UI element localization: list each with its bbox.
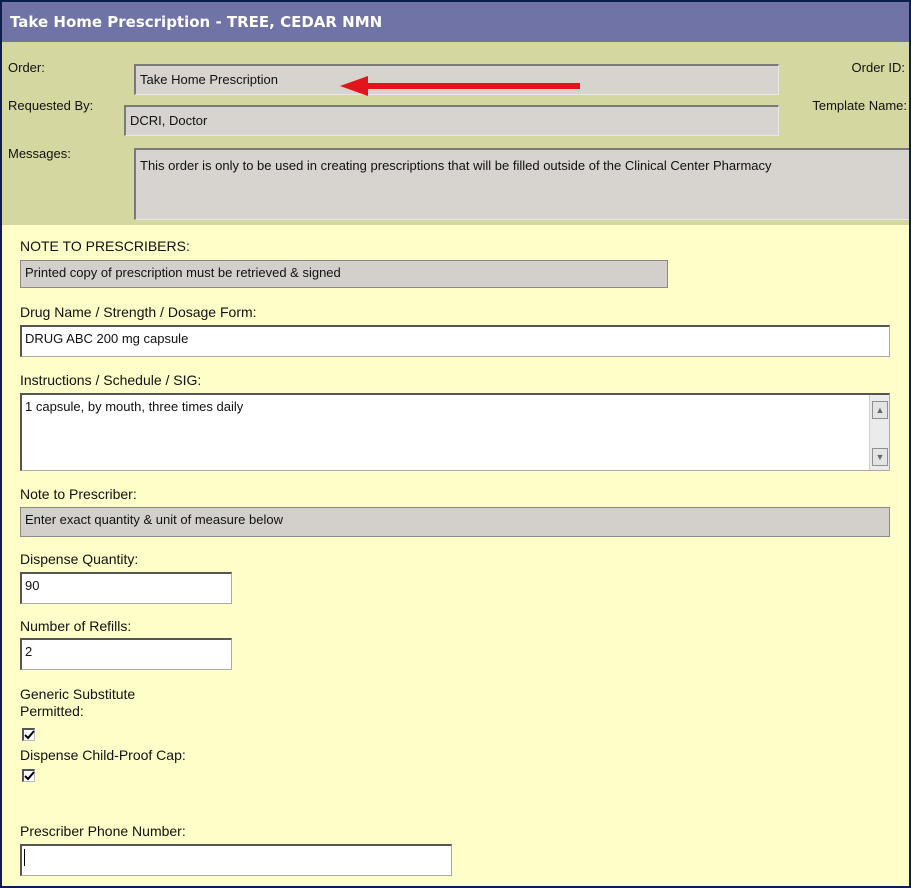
- refills-input[interactable]: 2: [20, 638, 232, 670]
- generic-permitted-label: Permitted:: [20, 703, 84, 719]
- scroll-up-arrow-icon[interactable]: ▲: [872, 401, 888, 419]
- note-prescriber-label: Note to Prescriber:: [20, 486, 137, 502]
- dispense-quantity-input[interactable]: 90: [20, 572, 232, 604]
- instructions-label: Instructions / Schedule / SIG:: [20, 372, 202, 388]
- red-arrow-icon: [340, 76, 580, 96]
- instructions-textarea[interactable]: 1 capsule, by mouth, three times daily ▲…: [20, 393, 890, 471]
- requested-by-label: Requested By:: [8, 98, 94, 113]
- scroll-down-arrow-icon[interactable]: ▼: [872, 448, 888, 466]
- messages-field: This order is only to be used in creatin…: [134, 148, 909, 220]
- child-proof-cap-label: Dispense Child-Proof Cap:: [20, 747, 186, 763]
- window-title: Take Home Prescription - TREE, CEDAR NMN: [2, 2, 909, 42]
- prescription-window: Take Home Prescription - TREE, CEDAR NMN…: [0, 0, 911, 888]
- generic-substitute-checkbox[interactable]: [22, 728, 35, 741]
- checkmark-icon: [24, 771, 35, 781]
- generic-substitute-label: Generic Substitute: [20, 686, 136, 702]
- child-proof-cap-checkbox[interactable]: [22, 769, 35, 782]
- prescriber-phone-input[interactable]: [20, 844, 452, 876]
- order-header: Order: Take Home Prescription Order ID: …: [2, 42, 909, 225]
- note-prescriber-field: Enter exact quantity & unit of measure b…: [20, 507, 890, 537]
- refills-label: Number of Refills:: [20, 618, 132, 634]
- prescriber-phone-label: Prescriber Phone Number:: [20, 823, 186, 839]
- drug-name-input[interactable]: DRUG ABC 200 mg capsule: [20, 325, 890, 357]
- template-name-label: Template Name:: [812, 98, 907, 113]
- note-prescribers-label: NOTE TO PRESCRIBERS:: [20, 238, 190, 254]
- order-id-label: Order ID:: [851, 60, 905, 75]
- messages-label: Messages:: [8, 146, 71, 161]
- dispense-quantity-label: Dispense Quantity:: [20, 551, 139, 567]
- checkmark-icon: [24, 730, 35, 740]
- drug-name-label: Drug Name / Strength / Dosage Form:: [20, 304, 257, 320]
- text-cursor: [24, 849, 25, 866]
- order-label: Order:: [8, 60, 45, 75]
- instructions-text: 1 capsule, by mouth, three times daily: [25, 399, 244, 414]
- requested-by-field: DCRI, Doctor: [124, 105, 779, 136]
- instructions-scrollbar[interactable]: ▲ ▼: [869, 395, 889, 470]
- note-prescribers-field: Printed copy of prescription must be ret…: [20, 260, 668, 288]
